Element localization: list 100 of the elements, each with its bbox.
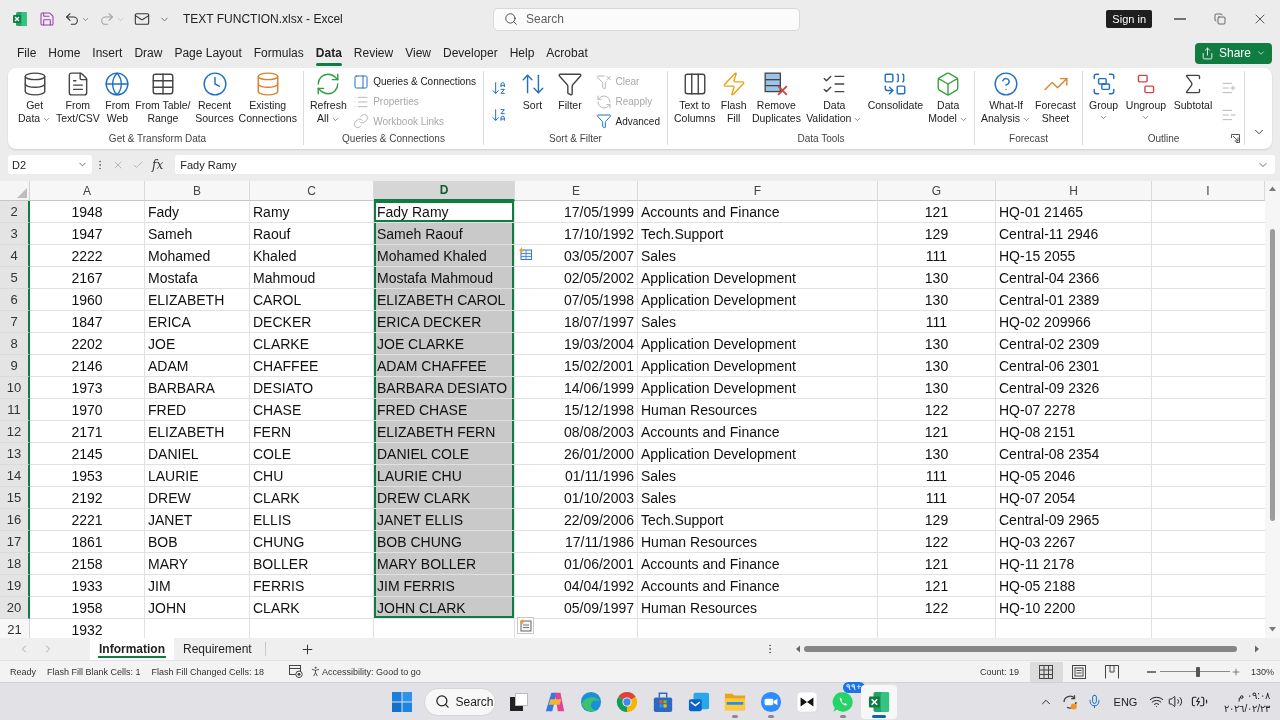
ribbon-button[interactable]: Data Model bbox=[926, 71, 970, 125]
spreadsheet-cell[interactable]: 111 bbox=[878, 487, 996, 509]
sign-in-button[interactable]: Sign in bbox=[1106, 10, 1152, 28]
ribbon-button[interactable]: Text to Columns bbox=[672, 71, 718, 125]
menu-tab[interactable]: Formulas bbox=[247, 39, 310, 67]
spreadsheet-cell[interactable]: 17/10/1992 bbox=[515, 223, 638, 245]
spreadsheet-cell[interactable]: ADAM bbox=[145, 355, 250, 377]
row-number[interactable]: 8 bbox=[0, 333, 30, 355]
menu-tab[interactable]: Help bbox=[503, 39, 541, 67]
spreadsheet-cell[interactable]: 122 bbox=[878, 399, 996, 421]
menu-tab[interactable]: File bbox=[11, 39, 43, 67]
spreadsheet-cell[interactable]: 121 bbox=[878, 201, 996, 223]
spreadsheet-cell[interactable]: Sameh bbox=[145, 223, 250, 245]
ribbon-button[interactable]: From Text/CSV bbox=[53, 71, 102, 125]
spreadsheet-cell[interactable]: FRED CHASE bbox=[374, 399, 515, 421]
spreadsheet-cell[interactable]: HQ-15 2055 bbox=[996, 245, 1152, 267]
row-number[interactable]: 9 bbox=[0, 355, 30, 377]
menu-tab[interactable]: Acrobat bbox=[540, 39, 594, 67]
spreadsheet-cell[interactable]: 1948 bbox=[30, 201, 145, 223]
spreadsheet-cell[interactable]: Mostafa bbox=[145, 267, 250, 289]
spreadsheet-cell[interactable]: BOLLER bbox=[250, 553, 374, 575]
spreadsheet-cell[interactable]: Khaled bbox=[250, 245, 374, 267]
spreadsheet-cell[interactable]: MARY bbox=[145, 553, 250, 575]
ribbon-button[interactable]: Group bbox=[1086, 71, 1121, 122]
menu-tab[interactable]: Insert bbox=[86, 39, 129, 67]
clock-time[interactable]: ٠٩:٠٨ م bbox=[1238, 688, 1270, 702]
spreadsheet-cell[interactable]: Application Development bbox=[638, 443, 878, 465]
spreadsheet-cell[interactable]: BARBARA DESIATO bbox=[374, 377, 515, 399]
spreadsheet-cell[interactable]: JIM bbox=[145, 575, 250, 597]
language-indicator[interactable]: ENG bbox=[1113, 695, 1138, 708]
view-button[interactable] bbox=[1029, 661, 1063, 682]
spreadsheet-cell[interactable]: 2146 bbox=[30, 355, 145, 377]
ribbon-button[interactable]: Ungroup bbox=[1123, 71, 1169, 122]
spreadsheet-cell[interactable]: 2145 bbox=[30, 443, 145, 465]
ribbon-button[interactable]: Queries & Connections bbox=[350, 72, 479, 91]
spreadsheet-cell[interactable]: 2158 bbox=[30, 553, 145, 575]
row-number[interactable]: 2 bbox=[0, 201, 30, 223]
spreadsheet-cell[interactable]: ELIZABETH FERN bbox=[374, 421, 515, 443]
spreadsheet-cell[interactable]: 1847 bbox=[30, 311, 145, 333]
spreadsheet-cell[interactable]: CLARKE bbox=[250, 333, 374, 355]
menu-tab[interactable]: Page Layout bbox=[168, 39, 248, 67]
row-number[interactable]: 5 bbox=[0, 267, 30, 289]
spreadsheet-cell[interactable]: BOB bbox=[145, 531, 250, 553]
ribbon-button[interactable]: Existing Connections bbox=[236, 71, 299, 125]
spreadsheet-cell[interactable]: FRED bbox=[145, 399, 250, 421]
spreadsheet-cell[interactable]: DESIATO bbox=[250, 377, 374, 399]
spreadsheet-cell[interactable]: CHASE bbox=[250, 399, 374, 421]
spreadsheet-cell[interactable]: Central-11 2946 bbox=[996, 223, 1152, 245]
sheet-tab[interactable]: Information bbox=[90, 638, 174, 660]
spreadsheet-cell[interactable]: Raouf bbox=[250, 223, 374, 245]
spreadsheet-cell[interactable]: HQ-01 21465 bbox=[996, 201, 1152, 223]
spreadsheet-cell[interactable]: 17/11/1986 bbox=[515, 531, 638, 553]
menu-tab[interactable]: Draw bbox=[128, 39, 169, 67]
spreadsheet-cell[interactable]: 111 bbox=[878, 245, 996, 267]
spreadsheet-cell[interactable]: FERN bbox=[250, 421, 374, 443]
spreadsheet-cell[interactable]: HQ-10 2200 bbox=[996, 597, 1152, 619]
row-number[interactable]: 3 bbox=[0, 223, 30, 245]
spreadsheet-cell[interactable]: DREW bbox=[145, 487, 250, 509]
formula-field[interactable]: Fady Ramy bbox=[175, 155, 1275, 174]
spreadsheet-cell[interactable]: JANET bbox=[145, 509, 250, 531]
spreadsheet-cell[interactable]: Sales bbox=[638, 487, 878, 509]
spreadsheet-cell[interactable]: Application Development bbox=[638, 289, 878, 311]
spreadsheet-cell[interactable]: Mahmoud bbox=[250, 267, 374, 289]
spreadsheet-cell[interactable]: 130 bbox=[878, 267, 996, 289]
row-number[interactable]: 19 bbox=[0, 575, 30, 597]
spreadsheet-cell[interactable]: DECKER bbox=[250, 311, 374, 333]
spreadsheet-cell[interactable]: 22/09/2006 bbox=[515, 509, 638, 531]
spreadsheet-cell[interactable]: DANIEL COLE bbox=[374, 443, 515, 465]
spreadsheet-cell[interactable]: Accounts and Finance bbox=[638, 553, 878, 575]
spreadsheet-cell[interactable]: BOB CHUNG bbox=[374, 531, 515, 553]
insert-function-button[interactable]: fx bbox=[148, 157, 168, 172]
spreadsheet-cell[interactable]: 1933 bbox=[30, 575, 145, 597]
spreadsheet-cell[interactable]: HQ-02 209966 bbox=[996, 311, 1152, 333]
spreadsheet-cell[interactable]: ELLIS bbox=[250, 509, 374, 531]
ribbon-button[interactable]: Forecast Sheet bbox=[1033, 71, 1078, 125]
spreadsheet-cell[interactable]: CHU bbox=[250, 465, 374, 487]
spreadsheet-cell[interactable]: 01/06/2001 bbox=[515, 553, 638, 575]
spreadsheet-cell[interactable]: 2192 bbox=[30, 487, 145, 509]
spreadsheet-cell[interactable]: 01/10/2003 bbox=[515, 487, 638, 509]
spreadsheet-cell[interactable]: 2202 bbox=[30, 333, 145, 355]
spreadsheet-cell[interactable]: 130 bbox=[878, 443, 996, 465]
spreadsheet-cell[interactable]: CLARK bbox=[250, 597, 374, 619]
spreadsheet-cell[interactable]: Tech.Support bbox=[638, 509, 878, 531]
spreadsheet-cell[interactable]: 130 bbox=[878, 333, 996, 355]
spreadsheet-cell[interactable]: HQ-11 2178 bbox=[996, 553, 1152, 575]
spreadsheet-cell[interactable]: 130 bbox=[878, 355, 996, 377]
spreadsheet-cell[interactable]: Accounts and Finance bbox=[638, 575, 878, 597]
ribbon-button[interactable]: What-If Analysis bbox=[979, 71, 1034, 125]
column-header[interactable]: I bbox=[1152, 181, 1265, 201]
accessibility-status[interactable]: Accessibility: Good to go bbox=[322, 666, 421, 677]
spreadsheet-cell[interactable]: 111 bbox=[878, 465, 996, 487]
spreadsheet-cell[interactable]: 18/07/1997 bbox=[515, 311, 638, 333]
zoom-level[interactable]: 130% bbox=[1250, 666, 1274, 677]
spreadsheet-cell[interactable]: COLE bbox=[250, 443, 374, 465]
spreadsheet-cell[interactable]: Accounts and Finance bbox=[638, 421, 878, 443]
menu-tab[interactable]: Review bbox=[347, 39, 400, 67]
spreadsheet-cell[interactable]: 1947 bbox=[30, 223, 145, 245]
row-number[interactable]: 7 bbox=[0, 311, 30, 333]
menu-tab[interactable]: Developer bbox=[436, 39, 504, 67]
spreadsheet-cell[interactable]: CHAFFEE bbox=[250, 355, 374, 377]
